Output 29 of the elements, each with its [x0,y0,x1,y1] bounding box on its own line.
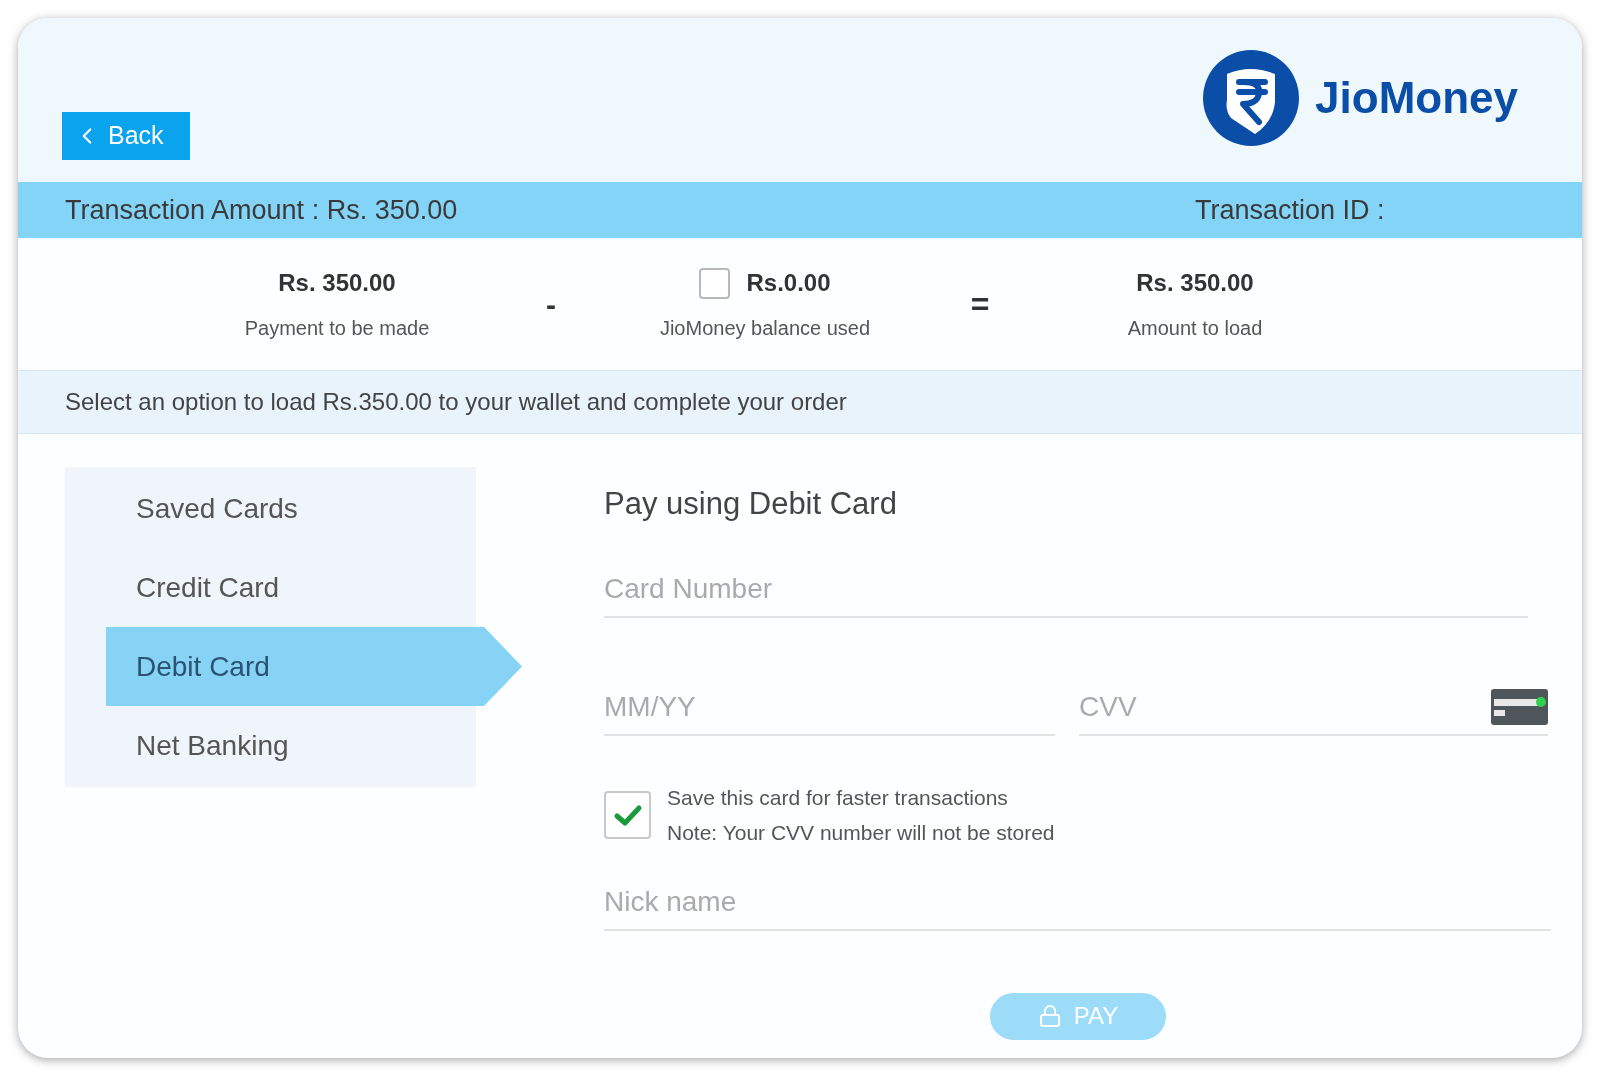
amount-label: Amount to load [1127,316,1263,341]
form-title: Pay using Debit Card [604,485,898,523]
amount-value: Rs.0.00 [746,268,831,298]
brand-name: JioMoney [1315,72,1518,124]
transaction-amount: Transaction Amount : Rs. 350.00 [65,193,459,227]
nick-name-field[interactable]: Nick name [604,874,1551,931]
checkbox[interactable] [699,267,731,299]
payment-option[interactable]: Debit Card [106,627,522,706]
save-card-label: Save this card for faster transactions [667,784,1009,811]
transaction-id-label: Transaction ID : [1195,193,1385,227]
cvv-field[interactable]: CVV [1079,685,1379,728]
amount-value: Rs. 350.00 [278,268,396,298]
amount-label: JioMoney balance used [659,316,871,341]
credit-card-icon [1491,688,1548,725]
amount-label: Payment to be made [244,316,430,341]
card-number-field[interactable]: Card Number [604,561,1528,618]
payment-option[interactable]: Saved Cards [65,469,476,548]
notice-text: Select an option to load Rs.350.00 to your wallet and complete your order [65,387,847,417]
checkbox[interactable] [604,791,651,839]
minus-sign: - [546,286,556,323]
amount-value: Rs. 350.00 [1136,268,1254,298]
expiry-field[interactable]: MM/YY [604,679,1055,736]
equals-sign: = [970,285,990,324]
cvv-note: Note: Your CVV number will not be stored [667,820,1055,846]
logo-icon [1203,50,1300,146]
lock-icon [1037,1004,1062,1028]
checkmark-icon [612,803,643,827]
payment-option[interactable]: Net Banking [65,706,476,785]
payment-option[interactable]: Credit Card [65,548,476,627]
